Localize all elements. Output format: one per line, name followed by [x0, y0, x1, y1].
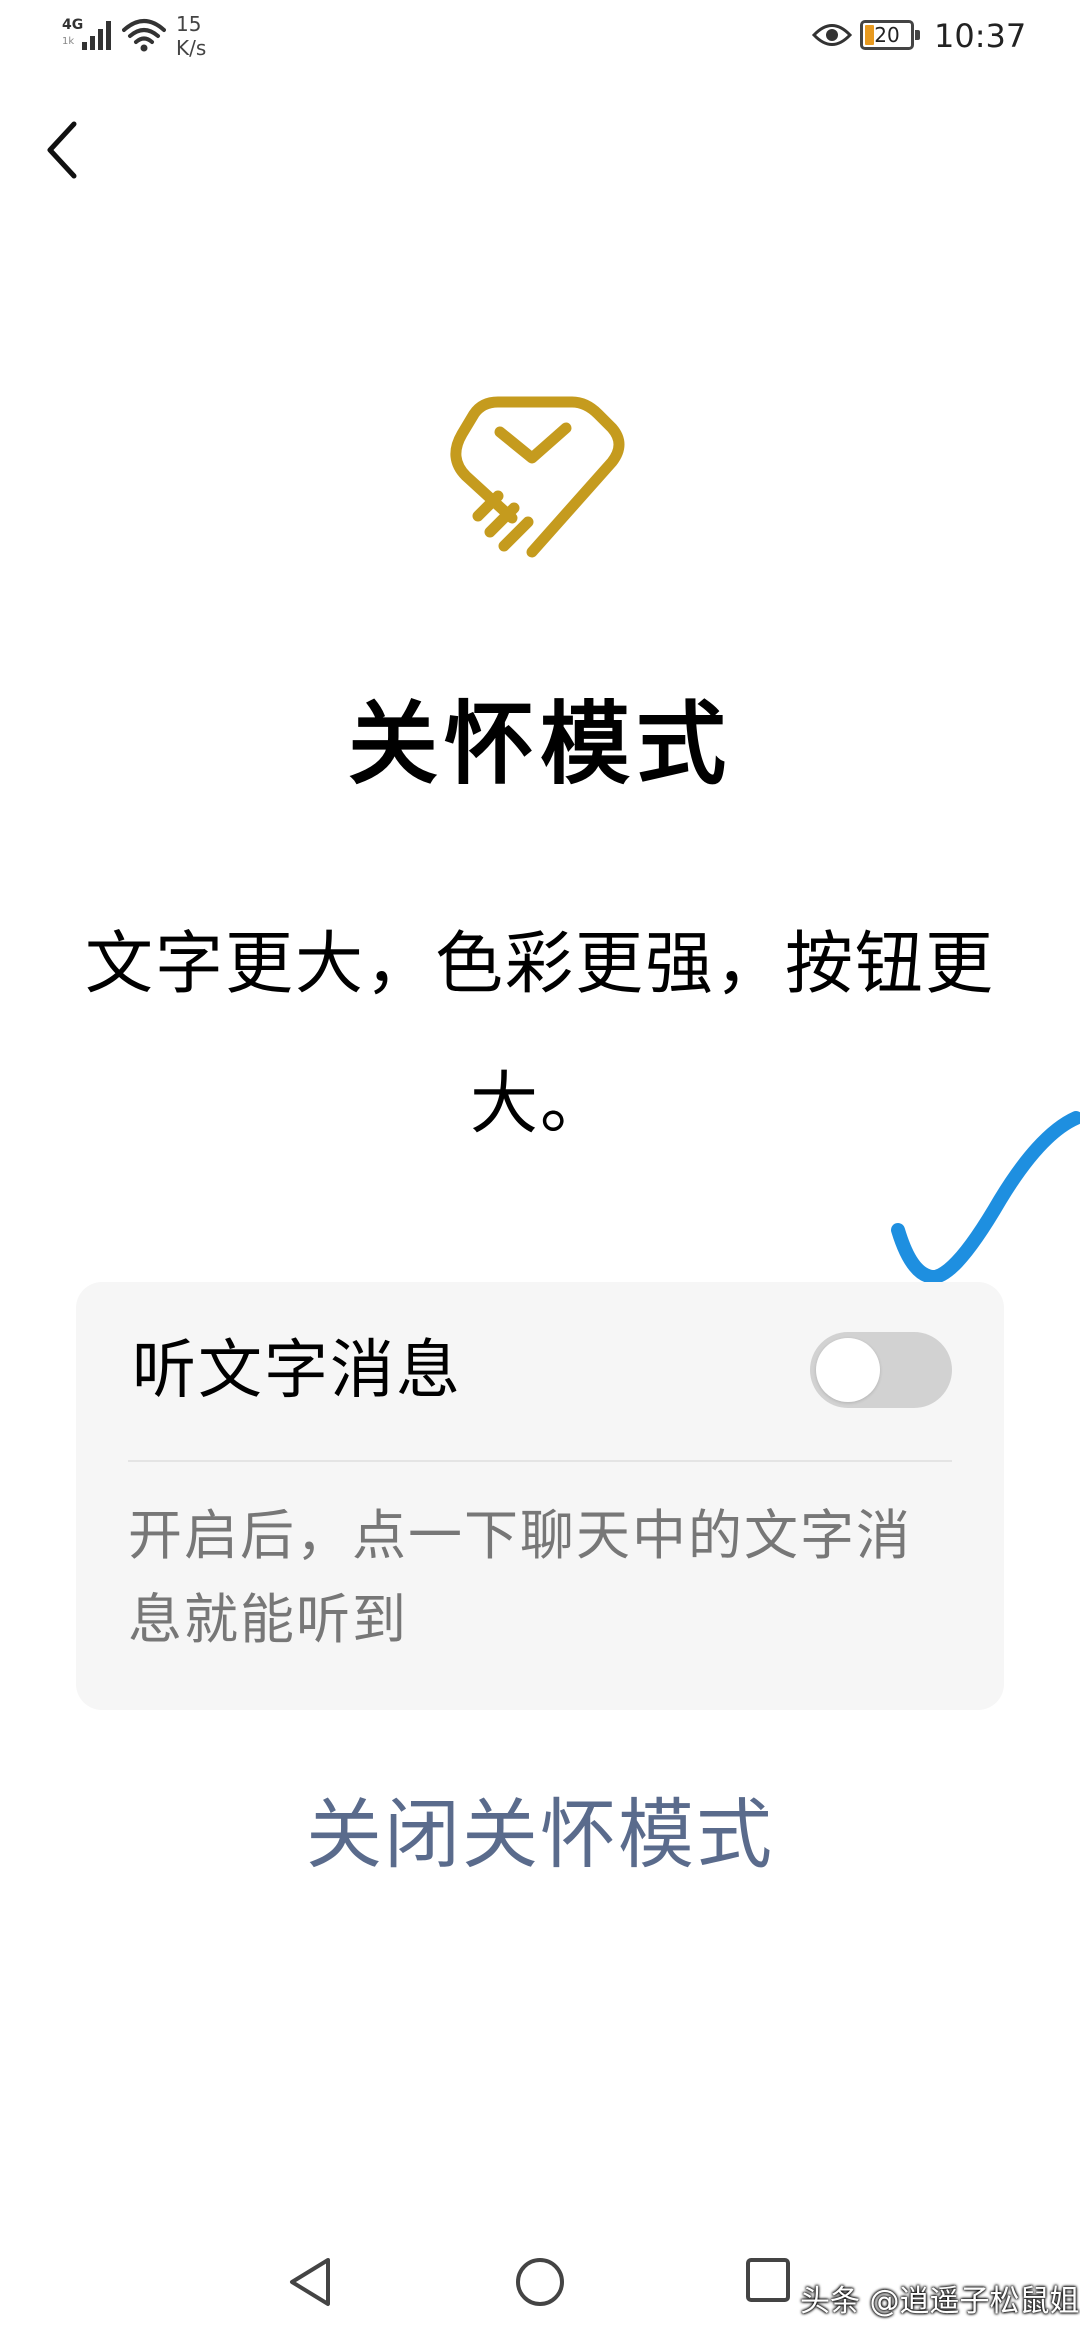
listen-text-messages-hint: 开启后，点一下聊天中的文字消息就能听到 [128, 1504, 912, 1651]
page-title: 关怀模式 [348, 692, 732, 797]
battery-cap [915, 30, 920, 40]
square-recents-icon[interactable] [738, 2252, 798, 2312]
close-care-mode-button[interactable]: 关闭关怀模式 [0, 1785, 1080, 1885]
listen-text-messages-label: 听文字消息 [132, 1334, 462, 1408]
clock: 10:37 [934, 17, 1027, 55]
care-mode-screen: 4G 1k 15 K/s 20 10:37 关怀模式 文字更大，色彩更强，按钮更… [0, 0, 1080, 2340]
network-speed-unit: K/s [176, 36, 207, 60]
network-speed-value: 15 [176, 12, 202, 36]
status-bar: 4G 1k 15 K/s 20 10:37 [0, 0, 1080, 80]
chevron-left-icon [47, 121, 77, 179]
toggle-knob [816, 1338, 880, 1402]
circle-home-icon[interactable] [508, 2252, 572, 2312]
battery-indicator: 20 [860, 20, 920, 50]
network-speed: 15 K/s [176, 12, 206, 60]
battery-level: 20 [874, 23, 900, 47]
back-button[interactable] [30, 110, 94, 190]
wifi-icon [122, 19, 166, 52]
card-divider [128, 1460, 952, 1462]
heart-hands-icon [450, 396, 625, 558]
listen-text-messages-card: 听文字消息 开启后，点一下聊天中的文字消息就能听到 [76, 1282, 1004, 1710]
watermark: 头条 @逍遥子松鼠姐 [800, 2284, 1080, 2319]
cellular-signal-icon [82, 21, 111, 50]
page-description: 文字更大，色彩更强，按钮更大。 [84, 925, 995, 1144]
eye-icon [812, 24, 852, 46]
listen-text-messages-toggle[interactable] [810, 1332, 952, 1408]
triangle-back-icon[interactable] [282, 2252, 342, 2312]
